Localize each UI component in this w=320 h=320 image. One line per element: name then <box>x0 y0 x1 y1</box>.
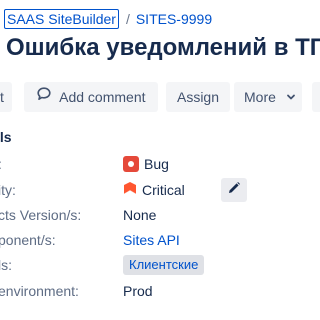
add-comment-button[interactable]: Add comment <box>24 82 158 112</box>
comment-icon <box>36 82 52 112</box>
breadcrumb-separator: / <box>125 11 130 27</box>
priority-critical-icon <box>123 180 137 200</box>
edit-priority-button[interactable] <box>221 178 247 202</box>
page-title[interactable]: Ошибка уведомлений в ТГ <box>6 30 320 66</box>
add-comment-label: Add comment <box>59 89 146 105</box>
environment-value[interactable]: Prod <box>123 281 153 301</box>
more-button[interactable]: More <box>234 82 302 112</box>
component-link[interactable]: Sites API <box>123 230 180 250</box>
label-chip[interactable]: Клиентские <box>123 255 205 275</box>
labels-value: Клиентские <box>123 255 205 275</box>
edit-button[interactable]: t <box>0 82 12 112</box>
components-label: ponent/s: <box>0 232 56 248</box>
breadcrumb-project-link[interactable]: SAAS SiteBuilder <box>4 9 119 29</box>
affects-version-label: cts Version/s: <box>0 207 82 223</box>
labels-label: ls: <box>0 257 12 273</box>
chevron-down-icon <box>286 82 296 112</box>
breadcrumb-issue-link[interactable]: SITES-9999 <box>136 11 212 27</box>
toolbar-overflow-button[interactable] <box>312 82 320 112</box>
assign-label: Assign <box>176 89 220 105</box>
priority-value-text: Critical <box>142 182 185 198</box>
pencil-icon <box>227 181 241 200</box>
issue-page: SAAS SiteBuilder / SITES-9999 Ошибка уве… <box>0 0 320 320</box>
environment-label: environment: <box>0 283 79 299</box>
details-heading: ils <box>0 129 12 145</box>
issue-toolbar: t Add comment Assign More <box>0 82 320 112</box>
type-label: : <box>0 154 2 174</box>
edit-button-label: t <box>0 89 4 105</box>
more-label: More <box>244 89 276 105</box>
breadcrumb: SAAS SiteBuilder / SITES-9999 <box>4 9 212 29</box>
bug-icon <box>123 156 139 172</box>
affects-version-value[interactable]: None <box>123 205 156 225</box>
priority-label: ity: <box>0 182 16 198</box>
assign-button[interactable]: Assign <box>166 82 230 112</box>
type-value-text: Bug <box>144 156 169 172</box>
priority-value[interactable]: Critical <box>123 180 185 200</box>
type-value[interactable]: Bug <box>123 154 169 174</box>
